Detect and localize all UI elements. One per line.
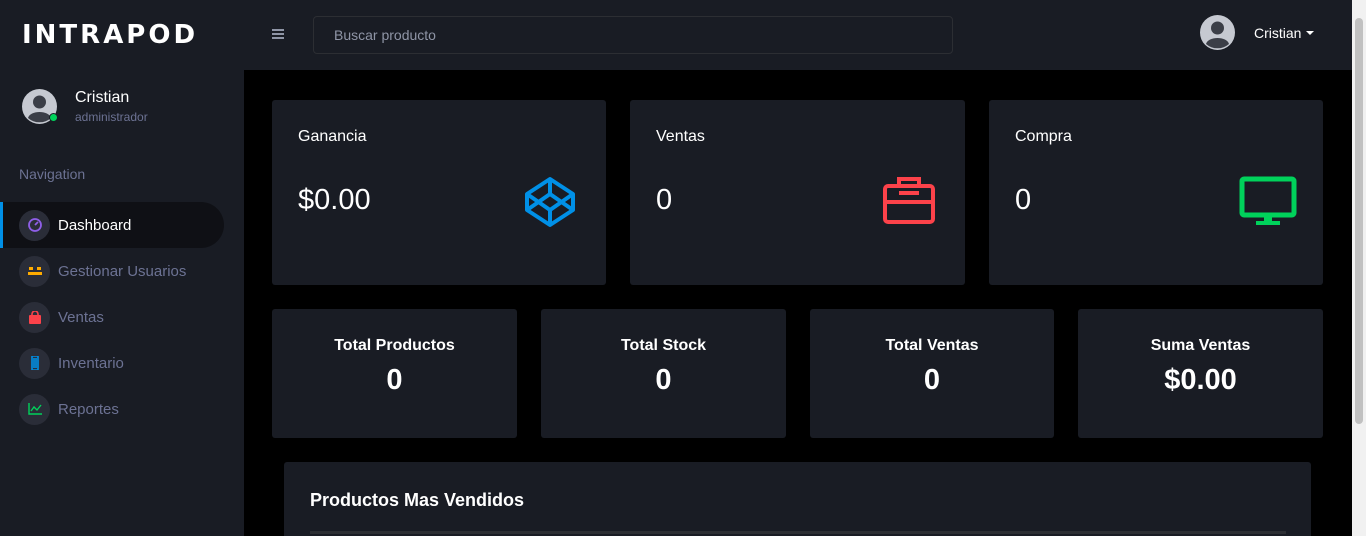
stat-card-ganancia: Ganancia $0.00 [272, 100, 606, 285]
stat-title: Ganancia [298, 128, 367, 145]
stat-value: 0 [656, 184, 673, 216]
sidebar-item-inventario[interactable]: Inventario [0, 340, 244, 386]
card-title: Productos Mas Vendidos [310, 490, 525, 510]
user-name: Cristian [1254, 24, 1302, 41]
online-status-dot [49, 112, 58, 122]
summary-title: Total Productos [334, 337, 455, 354]
stat-card-compra: Compra 0 [989, 100, 1323, 285]
sidebar-nav: Dashboard Gestionar Usuarios Ventas Inve… [0, 202, 244, 432]
sidebar-item-dashboard[interactable]: Dashboard [0, 202, 224, 248]
shopping-bag-icon [19, 301, 50, 333]
sidebar-profile: Cristian administrador [22, 88, 148, 124]
summary-value: 0 [923, 364, 941, 396]
summary-card-total-productos: Total Productos 0 [272, 309, 517, 438]
sidebar-item-reportes[interactable]: Reportes [0, 386, 244, 432]
stat-title: Compra [1015, 128, 1072, 145]
sidebar-item-label: Reportes [58, 400, 119, 418]
summary-value: 0 [655, 364, 672, 396]
sidebar-item-label: Ventas [58, 308, 104, 326]
avatar [22, 88, 58, 124]
sidebar-item-label: Dashboard [58, 216, 132, 234]
chart-line-icon [19, 393, 50, 425]
codepen-icon [525, 177, 575, 227]
menu-toggle-icon[interactable] [272, 29, 284, 39]
summary-card-total-stock: Total Stock 0 [541, 309, 786, 438]
sidebar-item-label: Gestionar Usuarios [58, 262, 187, 280]
top-products-card: Productos Mas Vendidos [284, 462, 1311, 536]
briefcase-icon [883, 177, 935, 224]
stat-card-ventas: Ventas 0 [630, 100, 965, 285]
summary-title: Suma Ventas [1150, 337, 1251, 354]
scrollbar-thumb[interactable] [1355, 18, 1363, 424]
sidebar-item-label: Inventario [58, 354, 124, 372]
profile-role: administrador [75, 110, 148, 124]
page-scrollbar[interactable] [1352, 0, 1366, 536]
stat-value: $0.00 [298, 184, 371, 216]
inventory-icon [19, 347, 50, 379]
monitor-icon [1239, 176, 1297, 225]
table-header-divider [310, 531, 1286, 534]
caret-down-icon [1306, 30, 1315, 35]
sidebar-item-users[interactable]: Gestionar Usuarios [0, 248, 244, 294]
top-navbar: INTRAPOD Cristian [0, 0, 1352, 70]
search-input[interactable] [313, 16, 953, 54]
profile-name: Cristian [75, 89, 130, 106]
speedometer-icon [19, 209, 50, 241]
stat-value: 0 [1015, 184, 1032, 216]
summary-title: Total Ventas [885, 337, 979, 354]
avatar-icon [1200, 15, 1235, 50]
navigation-heading: Navigation [19, 166, 86, 182]
sidebar: Cristian administrador Navigation Dashbo… [0, 70, 244, 536]
summary-value: $0.00 [1164, 364, 1237, 396]
summary-title: Total Stock [620, 337, 707, 354]
sidebar-item-ventas[interactable]: Ventas [0, 294, 244, 340]
summary-card-suma-ventas: Suma Ventas $0.00 [1078, 309, 1323, 438]
user-menu[interactable]: Cristian [1200, 15, 1315, 50]
brand-logo[interactable]: INTRAPOD [22, 20, 198, 50]
summary-value: 0 [386, 364, 403, 396]
users-icon [19, 255, 50, 287]
stat-title: Ventas [656, 128, 705, 145]
summary-card-total-ventas: Total Ventas 0 [810, 309, 1054, 438]
